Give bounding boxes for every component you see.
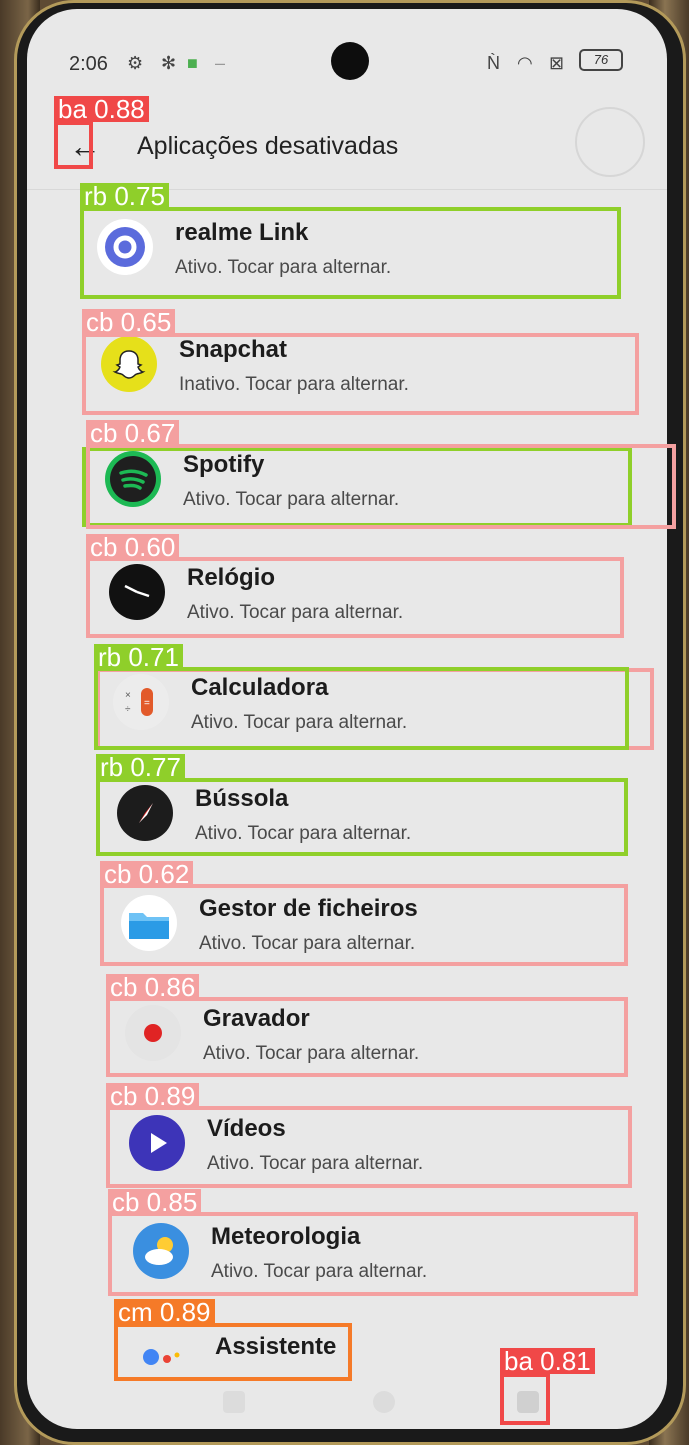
bug-icon: ✻ [161,53,177,73]
app-row-videos[interactable]: Vídeos Ativo. Tocar para alternar. [125,1103,645,1183]
sim-off-icon: ⊠ [549,53,565,73]
detection-label: ba 0.88 [54,96,149,122]
app-status: Inativo. Tocar para alternar. [179,374,409,395]
spotify-icon [105,451,161,507]
front-camera [331,42,369,80]
app-status: Ativo. Tocar para alternar. [191,712,408,733]
app-name: Vídeos [207,1115,286,1142]
app-row-spotify[interactable]: Spotify Ativo. Tocar para alternar. [101,439,621,519]
dash-icon: – [215,53,226,73]
snapchat-icon [101,336,157,392]
app-name: Calculadora [191,674,329,701]
detection-label: cb 0.89 [106,1083,200,1109]
page-title: Aplicações desativadas [137,132,399,160]
recorder-icon [125,1005,181,1061]
app-status: Ativo. Tocar para alternar. [175,257,392,278]
app-status: Ativo. Tocar para alternar. [187,602,404,623]
detection-label: ba 0.81 [500,1348,595,1374]
app-status: Ativo. Tocar para alternar. [203,1043,420,1064]
detection-label: rb 0.75 [80,183,169,209]
battery-icon: 76 [579,49,623,71]
back-button[interactable]: ← [65,126,105,166]
calculator-icon: × ÷ = [113,674,169,730]
app-row-snapchat[interactable]: Snapchat Inativo. Tocar para alternar. [97,324,617,404]
app-name: Relógio [187,564,275,591]
nfc-icon: Ǹ [487,53,500,73]
nav-back-button[interactable] [517,1391,539,1413]
assistant-icon [137,1329,193,1385]
app-name: Spotify [183,451,265,478]
app-row-gravador[interactable]: Gravador Ativo. Tocar para alternar. [121,993,641,1073]
app-row-bussola[interactable]: Bússola Ativo. Tocar para alternar. [113,773,633,853]
app-name: Bússola [195,785,289,812]
navigation-bar [27,1381,667,1421]
app-row-meteorologia[interactable]: Meteorologia Ativo. Tocar para alternar. [129,1211,649,1291]
app-name: Assistente [215,1333,337,1360]
back-arrow-icon: ← [69,128,101,164]
status-time: 2:06 [69,53,108,75]
nav-home-button[interactable] [373,1391,395,1413]
status-bar: 2:06 ⚙ ✻ ■ – Ǹ ◠ ⊠ 76 [27,9,667,89]
battery-level: 76 [593,52,609,67]
android-icon: ■ [187,53,198,73]
app-name: Gravador [203,1005,310,1032]
detection-label: cb 0.62 [100,861,194,887]
app-row-gestor-de-ficheiros[interactable]: Gestor de ficheiros Ativo. Tocar para al… [117,883,637,963]
app-name: realme Link [175,219,309,246]
app-status: Ativo. Tocar para alternar. [199,933,416,954]
compass-icon [117,785,173,841]
detection-label: cm 0.89 [114,1299,215,1325]
app-row-calculadora[interactable]: × ÷ = Calculadora Ativo. Tocar para altern… [109,662,629,742]
app-status: Ativo. Tocar para alternar. [211,1261,428,1282]
overlay-circle [575,107,645,177]
realme-link-icon [97,219,153,275]
settings-icon: ⚙ [127,53,144,73]
detection-label: rb 0.77 [96,754,185,780]
detection-label: cb 0.86 [106,974,200,1000]
detection-label: rb 0.71 [94,644,183,670]
app-status: Ativo. Tocar para alternar. [183,489,400,510]
app-name: Meteorologia [211,1223,361,1250]
detection-label: cb 0.65 [82,309,176,335]
app-status: Ativo. Tocar para alternar. [207,1153,424,1174]
wifi-icon: ◠ [517,53,533,73]
app-name: Gestor de ficheiros [199,895,418,922]
svg-text:÷: ÷ [125,704,131,715]
folder-icon [121,895,177,951]
video-play-icon [129,1115,185,1171]
detection-label: cb 0.85 [108,1189,202,1215]
app-row-realme-link[interactable]: realme Link Ativo. Tocar para alternar. [93,207,613,287]
app-row-relogio[interactable]: Relógio Ativo. Tocar para alternar. [105,552,625,632]
detection-label: cb 0.60 [86,534,180,560]
weather-icon [133,1223,189,1279]
svg-text:×: × [125,690,131,701]
phone-frame: 2:06 ⚙ ✻ ■ – Ǹ ◠ ⊠ 76 ← Aplicações desat… [14,0,686,1445]
nav-recents-button[interactable] [223,1391,245,1413]
app-name: Snapchat [179,336,288,363]
clock-icon [109,564,165,620]
svg-text:=: = [144,698,150,709]
detection-label: cb 0.67 [86,420,180,446]
app-status: Ativo. Tocar para alternar. [195,823,412,844]
